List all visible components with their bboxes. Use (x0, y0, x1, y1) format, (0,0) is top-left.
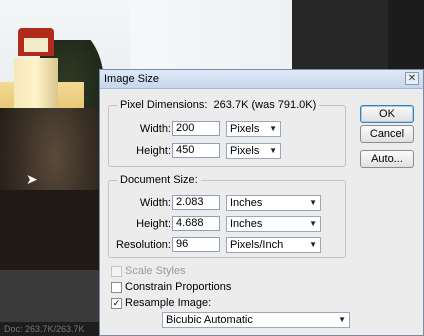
pixel-dimensions-size: 263.7K (was 791.0K) (213, 99, 317, 111)
doc-height-label: Height: (136, 218, 171, 230)
panel-dark-area-edge (388, 0, 424, 70)
doc-height-input[interactable]: 4.688 (172, 216, 220, 231)
resample-image-checkbox[interactable]: ✓ (111, 298, 122, 309)
resolution-unit-select[interactable]: Pixels/Inch ▼ (226, 237, 321, 253)
chevron-down-icon: ▼ (269, 124, 277, 133)
constrain-proportions-checkbox[interactable] (111, 282, 122, 293)
pixel-width-input[interactable]: 200 (172, 121, 220, 136)
dialog-title: Image Size (104, 73, 160, 85)
chevron-down-icon: ▼ (309, 198, 317, 207)
dialog-titlebar[interactable]: Image Size ✕ (100, 70, 423, 89)
scale-styles-label: Scale Styles (125, 265, 186, 277)
pixel-height-label: Height: (136, 145, 171, 157)
pixel-height-unit-select[interactable]: Pixels ▼ (226, 143, 281, 159)
pixel-dimensions-legend: Pixel Dimensions: 263.7K (was 791.0K) (117, 99, 320, 111)
document-size-group: Document Size: Width: 2.083 Inches ▼ Heig… (108, 174, 346, 258)
doc-width-label: Width: (139, 197, 171, 209)
arrow-cursor-icon: ➤ (26, 171, 38, 187)
chevron-down-icon: ▼ (338, 315, 346, 324)
doc-height-unit-select[interactable]: Inches ▼ (226, 216, 321, 232)
pixel-width-unit-select[interactable]: Pixels ▼ (226, 121, 281, 137)
pixel-dimensions-group: Pixel Dimensions: 263.7K (was 791.0K) Wi… (108, 99, 346, 167)
pixel-width-label: Width: (139, 123, 171, 135)
doc-width-unit-select[interactable]: Inches ▼ (226, 195, 321, 211)
constrain-proportions-label: Constrain Proportions (125, 281, 232, 293)
chevron-down-icon: ▼ (269, 146, 277, 155)
doc-width-input[interactable]: 2.083 (172, 195, 220, 210)
scale-styles-checkbox[interactable] (111, 266, 122, 277)
checkmark-icon: ✓ (112, 298, 121, 308)
photo-rocks-shadow (0, 190, 100, 270)
resolution-label: Resolution: (115, 239, 171, 251)
chevron-down-icon: ▼ (309, 219, 317, 228)
close-button[interactable]: ✕ (405, 72, 419, 85)
close-icon: ✕ (407, 73, 417, 84)
photo-lighthouse-lamp (24, 38, 48, 52)
status-bar: Doc: 263.7K/263.7K (0, 322, 100, 336)
document-size-legend: Document Size: (117, 174, 201, 186)
pixel-height-input[interactable]: 450 (172, 143, 220, 158)
resolution-input[interactable]: 96 (172, 237, 220, 252)
auto-button[interactable]: Auto... (360, 150, 414, 168)
photo-lighthouse-tower (14, 58, 58, 108)
image-size-dialog: Image Size ✕ Pixel Dimensions: 263.7K (w… (99, 69, 424, 336)
cancel-button[interactable]: Cancel (360, 125, 414, 143)
chevron-down-icon: ▼ (309, 240, 317, 249)
resample-method-select[interactable]: Bicubic Automatic ▼ (162, 312, 350, 328)
resample-image-label: Resample Image: (125, 297, 212, 309)
ok-button[interactable]: OK (360, 105, 414, 123)
